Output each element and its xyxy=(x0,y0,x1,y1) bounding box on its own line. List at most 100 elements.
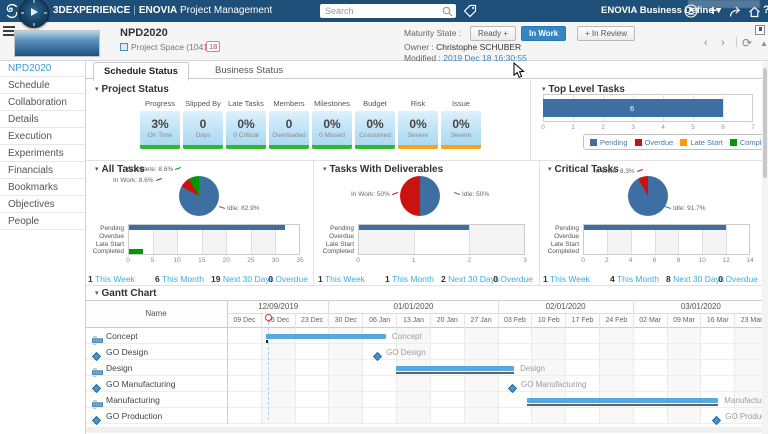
status-tile-late-tasks[interactable]: 0%0 Critical xyxy=(226,111,266,149)
sidebar-item-experiments[interactable]: Experiments xyxy=(0,145,85,162)
gantt-milestone-go-production[interactable] xyxy=(712,412,720,420)
gantt-task-go-production[interactable]: GO Production xyxy=(85,408,227,424)
deliverables-pie[interactable] xyxy=(400,176,440,216)
panel-icon[interactable] xyxy=(755,25,765,35)
tile-sub: Severe xyxy=(441,132,481,139)
sidebar-item-bookmarks[interactable]: Bookmarks xyxy=(0,179,85,196)
section-header-gantt-chart[interactable]: ▾Gantt Chart xyxy=(95,288,157,299)
sidebar-item-execution[interactable]: Execution xyxy=(0,128,85,145)
workspace-selector[interactable]: ENOVIA Business Define ▾ xyxy=(601,5,721,16)
back-icon[interactable]: ‹ xyxy=(704,37,708,49)
notification-badge[interactable]: 18 xyxy=(206,41,220,52)
x-tick-label: 12 xyxy=(718,257,734,264)
section-header-critical-tasks[interactable]: ▾Critical Tasks xyxy=(548,164,619,175)
tile-value: 0% xyxy=(441,117,481,131)
sidebar-item-collaboration[interactable]: Collaboration xyxy=(0,94,85,111)
stat-this-week[interactable]: 1 This Week xyxy=(543,269,590,287)
stat-overdue[interactable]: 0 Overdue xyxy=(692,269,758,287)
category-label-late-start: Late Start xyxy=(537,241,579,248)
x-tick-label: 4 xyxy=(623,257,639,264)
stat-this-week[interactable]: 1 This Week xyxy=(318,269,365,287)
search-input[interactable]: Search xyxy=(320,4,456,18)
stat-this-month[interactable]: 6 This Month xyxy=(155,269,204,287)
sidebar-item-details[interactable]: Details xyxy=(0,111,85,128)
stat-label: This Week xyxy=(323,274,365,284)
x-tick-label: 35 xyxy=(292,257,308,264)
category-label-overdue: Overdue xyxy=(312,233,354,240)
top-bar: 3DEXPERIENCE|ENOVIA Project Management S… xyxy=(0,0,768,22)
gantt-bar-concept[interactable] xyxy=(266,334,386,339)
user-icon[interactable] xyxy=(684,4,698,23)
completed-bar[interactable] xyxy=(129,249,143,254)
gantt-task-go-manufacturing[interactable]: GO Manufacturing xyxy=(85,376,227,392)
section-header-project-status[interactable]: ▾Project Status xyxy=(95,84,169,95)
home-icon[interactable] xyxy=(748,5,761,23)
refresh-icon[interactable]: ⟳ xyxy=(742,36,752,50)
sidebar-item-npd2020[interactable]: NPD2020 xyxy=(0,60,85,77)
maturity-previous-button[interactable]: Ready + xyxy=(470,26,516,41)
section-title: Top Level Tasks xyxy=(549,84,625,95)
tab-schedule-status[interactable]: Schedule Status xyxy=(93,62,189,81)
gantt-month-12-09-2019: 12/09/2019 xyxy=(227,300,328,314)
tab-business-status[interactable]: Business Status xyxy=(205,63,293,79)
category-label-completed: Completed xyxy=(537,248,579,255)
section-title: Critical Tasks xyxy=(555,164,619,175)
stat-overdue[interactable]: 0 Overdue xyxy=(467,269,533,287)
status-tile-milestones[interactable]: 0%0 Missed xyxy=(312,111,352,149)
section-header-top-level-tasks[interactable]: ▾Top Level Tasks xyxy=(542,84,625,95)
task-icon xyxy=(92,396,103,405)
gantt-task-go-design[interactable]: GO Design xyxy=(85,344,227,360)
gantt-task-name: Concept xyxy=(106,331,138,341)
vertical-scrollbar-thumb[interactable] xyxy=(763,68,767,178)
section-title: Gantt Chart xyxy=(102,288,157,299)
gantt-task-manufacturing[interactable]: Manufacturing xyxy=(85,392,227,408)
sidebar-item-schedule[interactable]: Schedule xyxy=(0,77,85,94)
stat-this-month[interactable]: 1 This Month xyxy=(385,269,434,287)
compass-east-tick xyxy=(44,12,47,14)
sidebar-item-financials[interactable]: Financials xyxy=(0,162,85,179)
tile-sub: Consumed xyxy=(355,132,395,139)
maturity-current-button[interactable]: In Work xyxy=(521,26,566,41)
search-placeholder: Search xyxy=(325,6,354,16)
forward-icon[interactable]: › xyxy=(721,37,725,49)
sidebar-item-objectives[interactable]: Objectives xyxy=(0,196,85,213)
sidebar-item-people[interactable]: People xyxy=(0,213,85,230)
critical-pie[interactable] xyxy=(628,176,668,216)
gantt-bar-design[interactable] xyxy=(396,366,514,371)
pending-bar[interactable] xyxy=(584,225,726,230)
share-icon[interactable] xyxy=(729,5,742,23)
gantt-task-concept[interactable]: Concept xyxy=(85,328,227,344)
status-tile-slipped-by[interactable]: 0Days xyxy=(183,111,223,149)
chart-legend: PendingOverdueLate StartCompleted xyxy=(583,134,768,150)
stat-this-week[interactable]: 1 This Week xyxy=(88,269,135,287)
gantt-bar-manufacturing[interactable] xyxy=(527,398,718,403)
x-tick-label: 4 xyxy=(657,124,669,131)
pending-bar[interactable] xyxy=(129,225,285,230)
compass-north-tick xyxy=(33,0,35,3)
gantt-milestone-go-design[interactable] xyxy=(373,348,381,356)
all-tasks-pie[interactable] xyxy=(179,176,219,216)
collapse-icon[interactable]: ▲ xyxy=(760,39,768,48)
section-header-all-tasks[interactable]: ▾All Tasks xyxy=(95,164,145,175)
stat-this-month[interactable]: 4 This Month xyxy=(610,269,659,287)
maturity-next-button[interactable]: + In Review xyxy=(577,26,635,41)
status-tile-members[interactable]: 0Overloaded xyxy=(269,111,309,149)
gantt-task-design[interactable]: Design xyxy=(85,360,227,376)
horizontal-scrollbar[interactable] xyxy=(85,427,762,433)
add-icon[interactable]: + xyxy=(709,2,717,18)
status-tile-progress[interactable]: 3%On Time xyxy=(140,111,180,149)
help-icon[interactable]: ? xyxy=(763,4,768,16)
gantt-milestone-go-manufacturing[interactable] xyxy=(508,380,516,388)
tag-icon[interactable] xyxy=(463,4,477,18)
project-thumbnail xyxy=(14,30,100,57)
status-tile-budget[interactable]: 0%Consumed xyxy=(355,111,395,149)
x-tick-label: 25 xyxy=(243,257,259,264)
stat-overdue[interactable]: 0 Overdue xyxy=(242,269,308,287)
status-tile-issue[interactable]: 0%Severe xyxy=(441,111,481,149)
section-header-tasks-with-deliverables[interactable]: ▾Tasks With Deliverables xyxy=(323,164,443,175)
gantt-month-01-01-2020: 01/01/2020 xyxy=(328,300,497,314)
x-tick-label: 5 xyxy=(145,257,161,264)
divider xyxy=(539,160,540,285)
pending-bar[interactable] xyxy=(359,225,469,230)
status-tile-risk[interactable]: 0%Severe xyxy=(398,111,438,149)
